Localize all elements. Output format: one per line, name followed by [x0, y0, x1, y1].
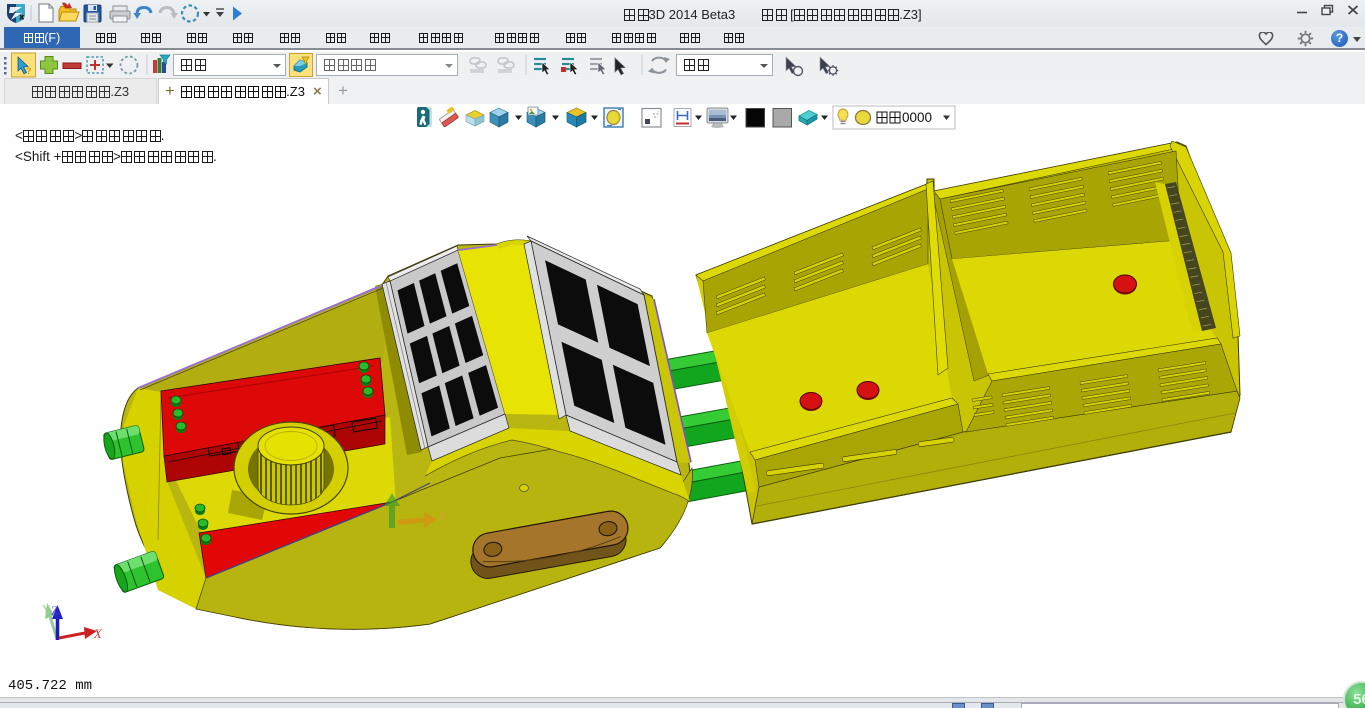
svg-text:Y: Y: [42, 602, 51, 616]
svg-text:?: ?: [26, 66, 32, 76]
svg-text:Z: Z: [51, 604, 59, 618]
svg-text:X: X: [93, 627, 103, 641]
